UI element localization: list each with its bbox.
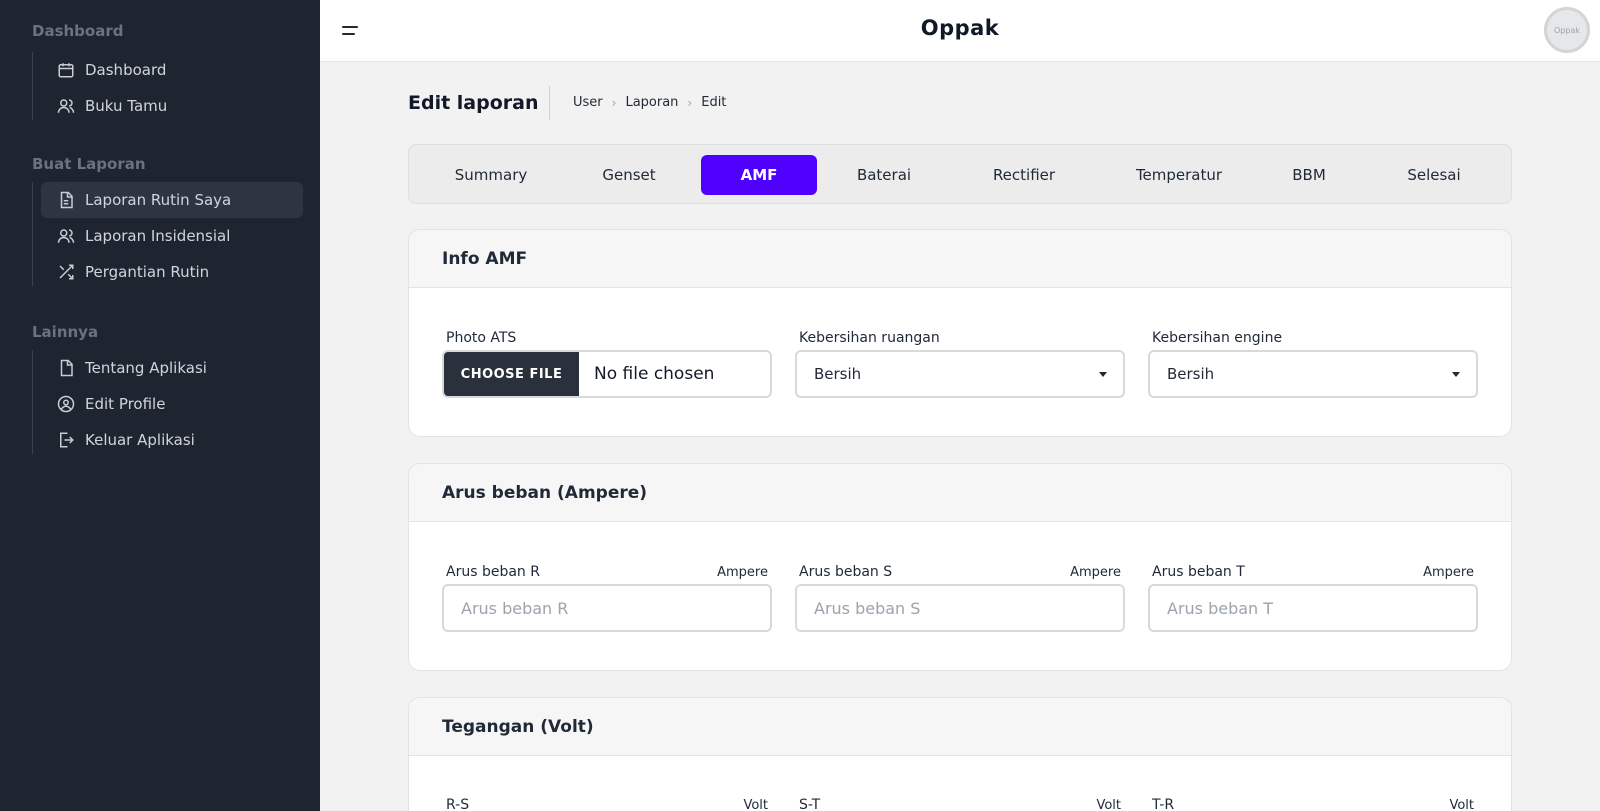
sidebar: Dashboard Dashboard Buku Tamu Buat Lapor… [0, 0, 320, 811]
field-unit: Volt [1449, 798, 1474, 811]
users-icon [57, 99, 75, 113]
sidebar-item-label: Pergantian Rutin [85, 263, 210, 281]
tab-genset[interactable]: Genset [569, 155, 689, 195]
chevron-right-icon: › [611, 95, 617, 110]
sidebar-item-buku-tamu[interactable]: Buku Tamu [41, 88, 303, 124]
app-title: Oppak [920, 16, 1000, 40]
sidebar-item-dashboard[interactable]: Dashboard [41, 52, 303, 88]
sidebar-item-label: Edit Profile [85, 395, 166, 413]
card-title: Arus beban (Ampere) [409, 464, 1511, 522]
sidebar-item-label: Laporan Rutin Saya [85, 191, 232, 209]
sidebar-item-label: Laporan Insidensial [85, 227, 231, 245]
tab-selesai[interactable]: Selesai [1374, 155, 1494, 195]
breadcrumb-user[interactable]: User [573, 95, 603, 110]
card-title: Tegangan (Volt) [409, 698, 1511, 756]
tab-summary[interactable]: Summary [426, 155, 556, 195]
field-label: Kebersihan engine [1152, 330, 1283, 346]
arus-beban-r-input[interactable]: Arus beban R [442, 584, 772, 632]
user-circle-icon [57, 395, 75, 413]
sidebar-group-buat-laporan: Laporan Rutin Saya Laporan Insidensial P… [32, 182, 303, 286]
sidebar-heading-dashboard: Dashboard [32, 22, 124, 40]
card-tegangan: Tegangan (Volt) R-S Volt S-T Volt T-R Vo… [408, 697, 1512, 811]
select-value: Bersih [814, 365, 862, 383]
card-info-amf: Info AMF Photo ATS CHOOSE FILE No file c… [408, 229, 1512, 437]
sidebar-item-laporan-insidensial[interactable]: Laporan Insidensial [41, 218, 303, 254]
caret-down-icon [1452, 372, 1460, 377]
breadcrumb-edit: Edit [701, 95, 727, 110]
shuffle-icon [59, 264, 74, 280]
caret-down-icon [1099, 372, 1107, 377]
arus-beban-t-input[interactable]: Arus beban T [1148, 584, 1478, 632]
field-unit: Volt [743, 798, 768, 811]
sidebar-item-label: Buku Tamu [85, 97, 168, 115]
tab-temperatur[interactable]: Temperatur [1104, 155, 1254, 195]
document-icon [60, 191, 73, 209]
field-label: Arus beban R [446, 564, 540, 580]
tab-amf[interactable]: AMF [701, 155, 817, 195]
title-divider [549, 86, 550, 120]
kebersihan-engine-select[interactable]: Bersih [1148, 350, 1478, 398]
users-icon [57, 229, 75, 243]
choose-file-button[interactable]: CHOOSE FILE [444, 352, 579, 396]
kebersihan-ruangan-select[interactable]: Bersih [795, 350, 1125, 398]
file-input[interactable]: CHOOSE FILE No file chosen [442, 350, 772, 398]
select-value: Bersih [1167, 365, 1215, 383]
sidebar-item-tentang-aplikasi[interactable]: Tentang Aplikasi [41, 350, 303, 386]
file-status: No file chosen [594, 364, 715, 384]
field-unit: Ampere [1423, 565, 1474, 580]
sidebar-item-pergantian-rutin[interactable]: Pergantian Rutin [41, 254, 303, 290]
tab-rectifier[interactable]: Rectifier [959, 155, 1089, 195]
file-icon [60, 359, 73, 377]
avatar[interactable]: Oppak [1544, 7, 1590, 53]
sidebar-heading-buat-laporan: Buat Laporan [32, 155, 146, 173]
field-label: Photo ATS [446, 330, 517, 346]
field-unit: Ampere [717, 565, 768, 580]
field-label: Arus beban T [1152, 564, 1245, 580]
field-label: Kebersihan ruangan [799, 330, 940, 346]
sidebar-group-dashboard: Dashboard Buku Tamu [32, 52, 167, 120]
sidebar-item-keluar-aplikasi[interactable]: Keluar Aplikasi [41, 422, 303, 458]
breadcrumb: User › Laporan › Edit [573, 95, 726, 110]
field-label: R-S [446, 797, 470, 811]
sidebar-group-lainnya: Tentang Aplikasi Edit Profile Keluar Apl… [32, 350, 207, 454]
page-title: Edit laporan [408, 92, 539, 114]
sidebar-item-laporan-rutin-saya[interactable]: Laporan Rutin Saya [41, 182, 303, 218]
tab-bbm[interactable]: BBM [1259, 155, 1359, 195]
calendar-icon [58, 63, 74, 78]
card-title: Info AMF [409, 230, 1511, 288]
sidebar-item-label: Dashboard [85, 61, 167, 79]
field-unit: Ampere [1070, 565, 1121, 580]
tab-baterai[interactable]: Baterai [824, 155, 944, 195]
arus-beban-s-input[interactable]: Arus beban S [795, 584, 1125, 632]
field-unit: Volt [1096, 798, 1121, 811]
sidebar-item-label: Keluar Aplikasi [85, 431, 195, 449]
sidebar-heading-lainnya: Lainnya [32, 323, 99, 341]
chevron-right-icon: › [687, 95, 693, 110]
field-label: T-R [1152, 797, 1175, 811]
field-label: S-T [799, 797, 821, 811]
field-label: Arus beban S [799, 564, 893, 580]
sidebar-item-edit-profile[interactable]: Edit Profile [41, 386, 303, 422]
logout-icon [60, 432, 74, 448]
card-arus-beban: Arus beban (Ampere) Arus beban R Ampere … [408, 463, 1512, 671]
tab-bar: Summary Genset AMF Baterai Rectifier Tem… [408, 144, 1512, 204]
sidebar-item-label: Tentang Aplikasi [85, 359, 207, 377]
topbar: Oppak Oppak [320, 0, 1600, 62]
breadcrumb-laporan[interactable]: Laporan [625, 95, 678, 110]
